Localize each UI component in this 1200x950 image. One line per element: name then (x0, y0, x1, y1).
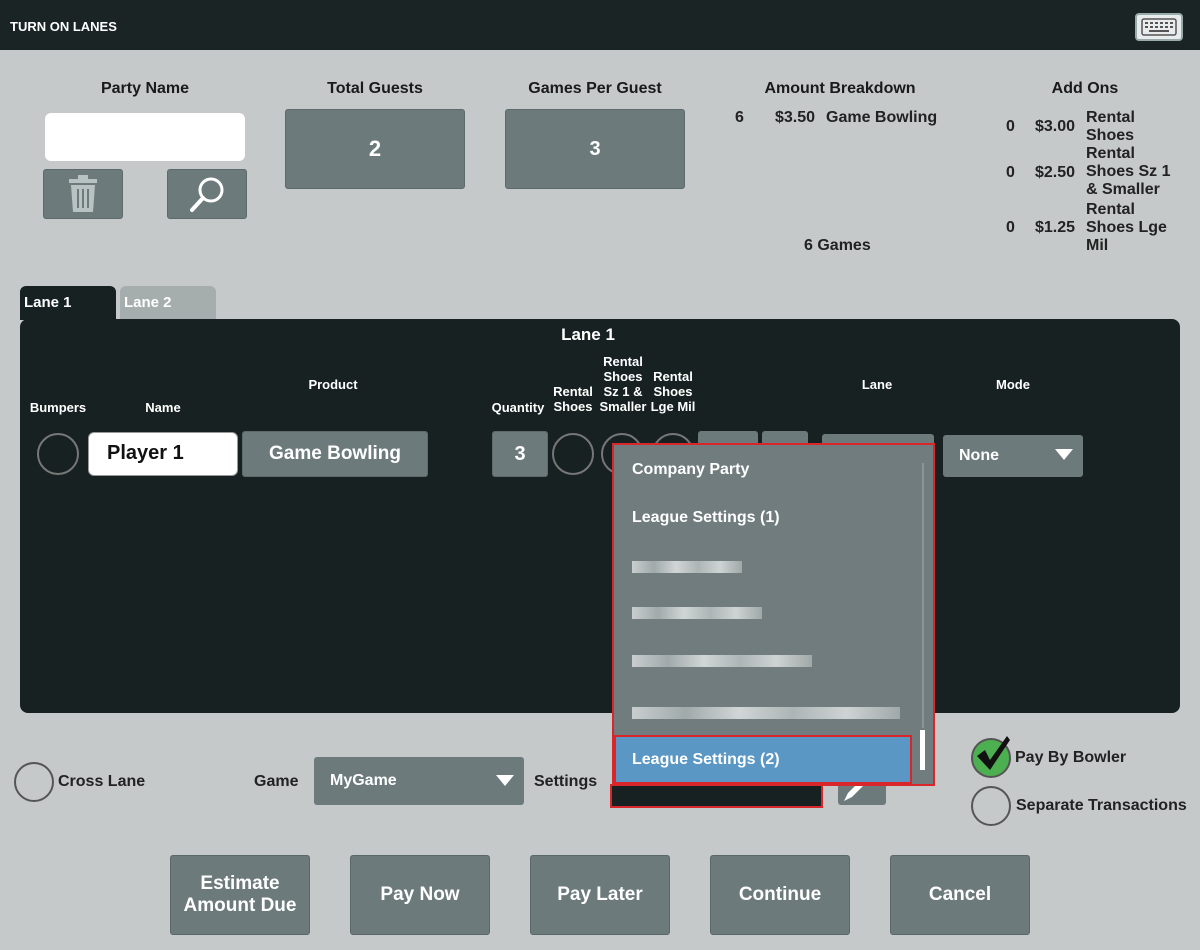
breakdown-price: $3.50 (775, 109, 816, 126)
rental-shoes-toggle[interactable] (552, 433, 594, 475)
header-name: Name (145, 400, 181, 415)
addon-price: $3.00 (1035, 118, 1076, 135)
header-quantity: Quantity (491, 400, 545, 415)
settings-dropdown: Company Party League Settings (1) League… (612, 443, 935, 786)
scrollbar-track[interactable] (922, 463, 924, 728)
breakdown-total: 6 Games (804, 237, 871, 254)
header-rental-shoes: Rental Shoes (553, 384, 593, 414)
addon-price: $2.50 (1035, 164, 1076, 181)
dropdown-option[interactable]: League Settings (1) (632, 509, 780, 527)
search-button[interactable] (167, 169, 247, 219)
mode-value: None (959, 447, 999, 464)
total-guests-button[interactable]: 2 (285, 109, 465, 189)
pay-by-bowler-label: Pay By Bowler (1015, 749, 1127, 766)
dropdown-option-selected[interactable]: League Settings (2) (614, 735, 912, 784)
total-guests-label: Total Guests (327, 80, 423, 97)
checkmark-icon (977, 736, 1010, 770)
addon-price: $1.25 (1035, 219, 1076, 236)
cross-lane-label: Cross Lane (58, 773, 146, 790)
window-title: TURN ON LANES (10, 19, 117, 34)
quantity-button[interactable]: 3 (492, 431, 548, 477)
header-product: Product (308, 377, 358, 392)
tab-lane-2[interactable]: Lane 2 (120, 286, 216, 320)
delete-button[interactable] (43, 169, 123, 219)
redacted-option[interactable] (632, 707, 900, 719)
player-name-field[interactable]: Player 1 (88, 432, 238, 476)
pay-by-bowler-toggle[interactable] (971, 736, 1011, 778)
separate-transactions-label: Separate Transactions (1016, 797, 1187, 814)
header-rental-shoes-small: Rental Shoes Sz 1 & Smaller (599, 354, 647, 414)
game-select[interactable]: MyGame (314, 757, 524, 805)
header-mode: Mode (996, 377, 1030, 392)
addon-qty: 0 (1006, 164, 1015, 181)
add-ons-label: Add Ons (1051, 80, 1119, 97)
game-value: MyGame (330, 772, 397, 789)
lane-title: Lane 1 (561, 325, 615, 344)
redacted-option[interactable] (632, 655, 812, 667)
tab-lane-1[interactable]: Lane 1 (20, 286, 116, 320)
game-label: Game (254, 773, 299, 790)
header-rental-shoes-lge: Rental Shoes Lge Mil (650, 369, 696, 414)
estimate-amount-due-button[interactable]: Estimate Amount Due (170, 855, 310, 935)
keyboard-button[interactable] (1135, 13, 1183, 41)
addon-name: Rental Shoes Lge Mil (1086, 201, 1167, 254)
header-bumpers: Bumpers (29, 400, 87, 415)
mode-select[interactable]: None (943, 435, 1083, 477)
header-lane: Lane (861, 377, 893, 392)
addon-name: Rental Shoes Sz 1 & Smaller (1086, 145, 1171, 198)
keyboard-icon (1141, 18, 1177, 36)
settings-label: Settings (534, 773, 598, 790)
redacted-option[interactable] (632, 607, 762, 619)
dropdown-option[interactable]: Company Party (632, 461, 749, 479)
trash-icon (69, 175, 97, 212)
separate-transactions-toggle[interactable] (971, 786, 1011, 826)
addon-name: Rental Shoes (1086, 109, 1135, 144)
redacted-option[interactable] (632, 561, 742, 573)
selected-option-label: League Settings (2) (632, 751, 780, 768)
addon-qty: 0 (1006, 219, 1015, 236)
games-per-guest-button[interactable]: 3 (505, 109, 685, 189)
scrollbar-thumb[interactable] (920, 730, 925, 770)
addon-qty: 0 (1006, 118, 1015, 135)
search-icon (190, 177, 224, 212)
breakdown-item: Game Bowling (826, 109, 938, 126)
party-name-input[interactable] (45, 113, 245, 161)
settings-select[interactable] (610, 784, 823, 808)
pay-now-button[interactable]: Pay Now (350, 855, 490, 935)
bumpers-toggle[interactable] (37, 433, 79, 475)
games-per-guest-label: Games Per Guest (528, 80, 662, 97)
title-bar (0, 0, 1200, 50)
product-button[interactable]: Game Bowling (242, 431, 428, 477)
chevron-down-icon (1055, 449, 1073, 460)
party-name-label: Party Name (100, 80, 190, 97)
chevron-down-icon (496, 775, 514, 786)
amount-breakdown-label: Amount Breakdown (764, 80, 916, 97)
cancel-button[interactable]: Cancel (890, 855, 1030, 935)
cross-lane-toggle[interactable] (14, 762, 54, 802)
continue-button[interactable]: Continue (710, 855, 850, 935)
breakdown-qty: 6 (735, 109, 744, 126)
pay-later-button[interactable]: Pay Later (530, 855, 670, 935)
